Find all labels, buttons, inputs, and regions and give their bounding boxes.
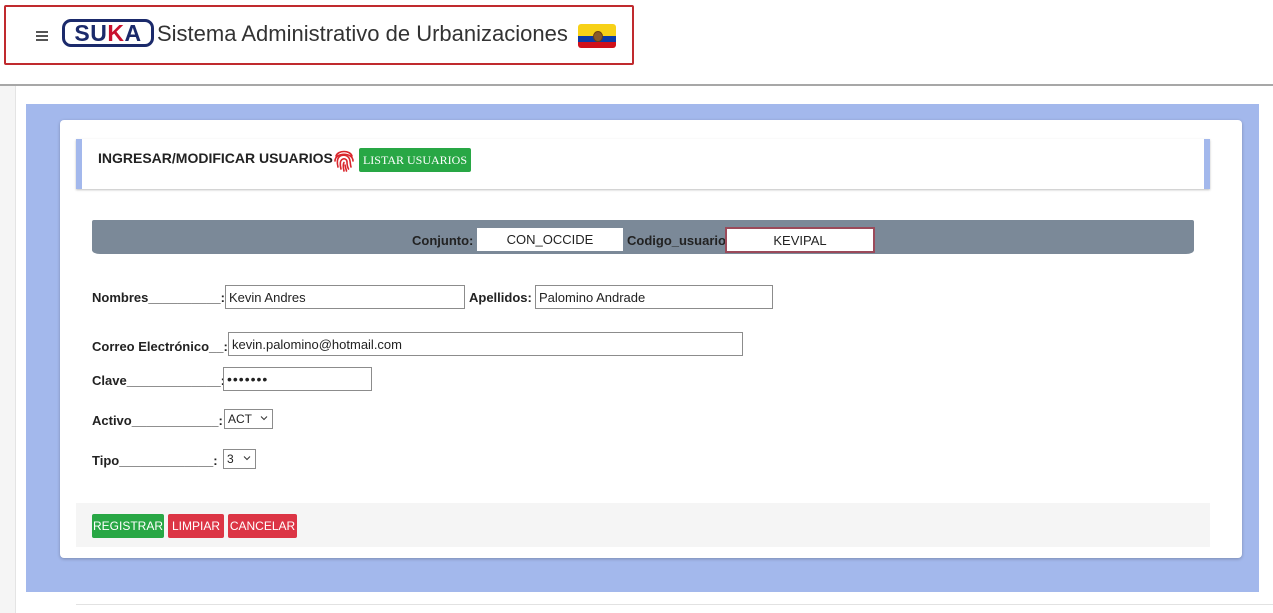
clave-label: Clave_____________: — [92, 373, 226, 388]
brand-box: SUKA Sistema Administrativo de Urbanizac… — [4, 5, 634, 65]
conjunto-label: Conjunto: — [412, 233, 474, 248]
tipo-label: Tipo_____________: — [92, 453, 218, 468]
activo-label: Activo____________: — [92, 413, 223, 428]
logo-su: SU — [74, 20, 108, 46]
cancel-button[interactable]: CANCELAR — [228, 514, 297, 538]
clear-button[interactable]: LIMPIAR — [168, 514, 224, 538]
chevron-down-icon — [243, 456, 251, 461]
fingerprint-icon — [334, 150, 354, 172]
nombres-label: Nombres__________: — [92, 290, 225, 305]
app-title: Sistema Administrativo de Urbanizaciones — [157, 21, 568, 46]
ecuador-flag-icon — [578, 24, 616, 48]
suka-logo: SUKA — [62, 19, 154, 47]
activo-select-value: ACT — [228, 412, 252, 426]
tipo-select[interactable]: 3 — [223, 449, 256, 469]
register-button[interactable]: REGISTRAR — [92, 514, 164, 538]
card-header: INGRESAR/MODIFICAR USUARIOS LISTAR USUAR… — [76, 139, 1210, 189]
bottom-divider — [76, 604, 1273, 605]
card-title: INGRESAR/MODIFICAR USUARIOS — [98, 150, 333, 166]
left-gutter — [0, 86, 16, 613]
hamburger-menu-icon[interactable] — [36, 31, 48, 41]
nombres-input[interactable] — [225, 285, 465, 309]
apellidos-input[interactable] — [535, 285, 773, 309]
tipo-select-value: 3 — [227, 452, 234, 466]
conjunto-input[interactable] — [477, 228, 623, 251]
list-users-button[interactable]: LISTAR USUARIOS — [359, 148, 471, 172]
logo-a: A — [124, 20, 142, 46]
correo-label: Correo Electrónico__: — [92, 339, 228, 354]
correo-input[interactable] — [228, 332, 743, 356]
apellidos-label: Apellidos: — [469, 290, 532, 305]
top-header: SUKA Sistema Administrativo de Urbanizac… — [0, 0, 1273, 86]
codigo-usuario-input[interactable] — [725, 227, 875, 253]
activo-select[interactable]: ACT — [224, 409, 273, 429]
clave-password-input[interactable]: ••••••• — [223, 367, 372, 391]
chevron-down-icon — [260, 416, 268, 421]
logo-k: K — [107, 20, 125, 46]
codigo-usuario-label: Codigo_usuario — [627, 233, 726, 248]
